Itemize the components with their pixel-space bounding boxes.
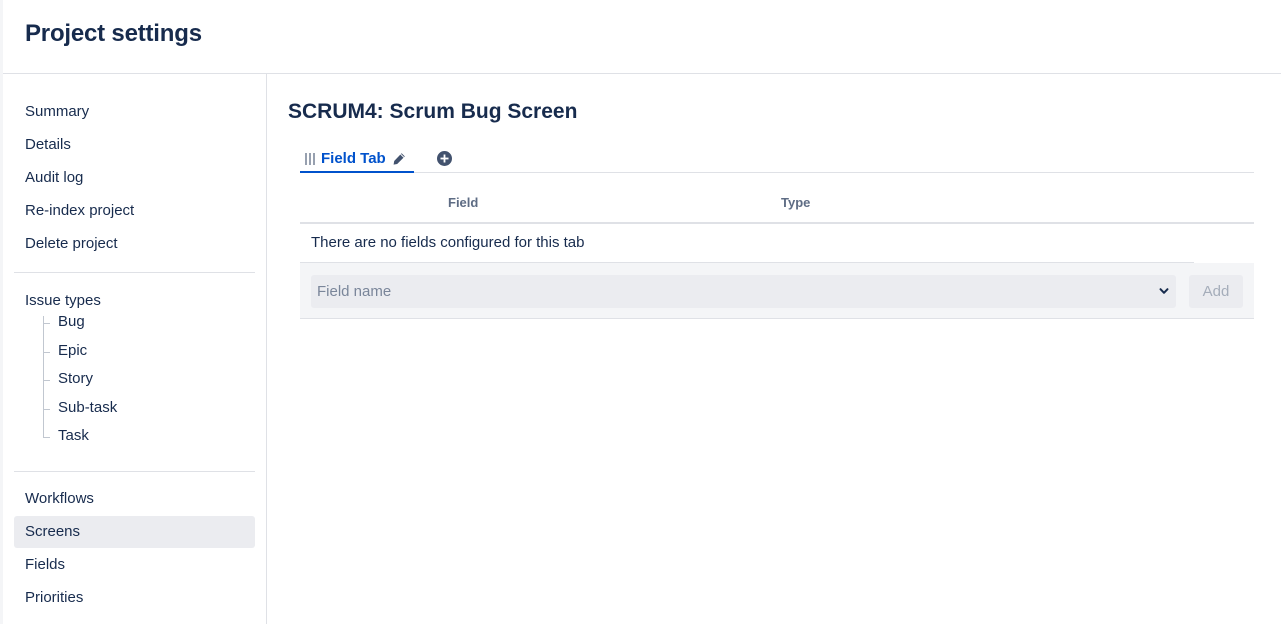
issue-type-label[interactable]: Bug [58, 313, 85, 330]
drag-handle-icon[interactable] [305, 152, 315, 165]
issue-type-label[interactable]: Epic [58, 342, 87, 359]
issue-type-label[interactable]: Task [58, 427, 89, 444]
field-name-select[interactable]: Field name [311, 275, 1176, 308]
sidebar-item-delete-project[interactable]: Delete project [14, 228, 255, 260]
empty-table-message: There are no fields configured for this … [311, 234, 585, 251]
tab-label[interactable]: Field Tab [321, 150, 386, 167]
sidebar-item-details[interactable]: Details [14, 129, 255, 161]
sidebar-divider [14, 471, 255, 472]
pencil-icon[interactable] [392, 152, 406, 166]
main-content: SCRUM4: Scrum Bug Screen Field Tab Field… [268, 74, 1281, 624]
page-header: Project settings [3, 0, 1281, 74]
issue-type-label[interactable]: Sub-task [58, 399, 117, 416]
sidebar-item-screens[interactable]: Screens [14, 516, 255, 548]
field-name-placeholder: Field name [317, 283, 392, 300]
screen-title: SCRUM4: Scrum Bug Screen [288, 100, 578, 123]
column-header-type: Type [781, 195, 811, 210]
sidebar-item-workflows[interactable]: Workflows [14, 483, 255, 515]
sidebar-section-issue-types[interactable]: Issue types [25, 292, 101, 309]
issue-type-label[interactable]: Story [58, 370, 93, 387]
table-header-divider [300, 222, 1254, 224]
sidebar-item-fields[interactable]: Fields [14, 549, 255, 581]
tab-field-tab[interactable]: Field Tab [300, 146, 414, 173]
page-title: Project settings [25, 20, 202, 47]
sidebar-item-audit-log[interactable]: Audit log [14, 162, 255, 194]
sidebar: Summary Details Audit log Re-index proje… [3, 74, 267, 624]
chevron-down-icon [1158, 284, 1170, 302]
sidebar-item-re-index-project[interactable]: Re-index project [14, 195, 255, 227]
add-circle-icon[interactable] [436, 150, 453, 167]
sidebar-item-summary[interactable]: Summary [14, 96, 255, 128]
column-header-field: Field [448, 195, 479, 210]
tree-connector-line [43, 316, 44, 438]
add-field-row: Field name Add [300, 263, 1254, 319]
add-field-button[interactable]: Add [1189, 275, 1243, 308]
sidebar-item-priorities[interactable]: Priorities [14, 582, 255, 614]
screen-tabs: Field Tab [300, 146, 1254, 173]
sidebar-divider [14, 272, 255, 273]
